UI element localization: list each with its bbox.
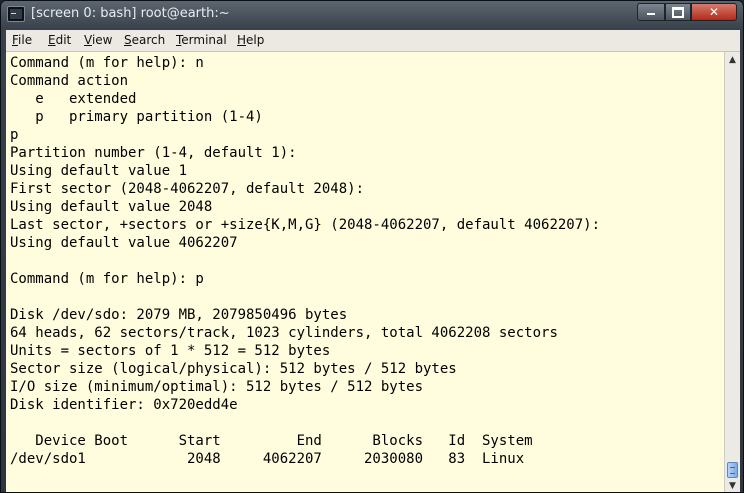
terminal-lines: Command (m for help): n Command action e… [10,54,600,468]
terminal-line: Units = sectors of 1 * 512 = 512 bytes [10,343,331,359]
terminal-line: Command (m for help): n [10,55,204,71]
terminal-line: Using default value 1 [10,163,188,179]
menu-help[interactable]: Help [237,33,264,47]
menu-label-rest: iew [91,33,113,47]
terminal-line: First sector (2048-4062207, default 2048… [10,181,365,197]
close-button[interactable]: ✕ [691,3,737,21]
partition-table-header: Device Boot Start End Blocks Id System [10,433,533,449]
window-title: [screen 0: bash] root@earth:~ [31,6,230,21]
menu-label-rest: erminal [181,33,227,47]
terminal-line: Last sector, +sectors or +size{K,M,G} (2… [10,217,601,233]
scrollbar-track[interactable] [727,68,738,478]
title-bar[interactable]: [screen 0: bash] root@earth:~ ✕ [1,1,743,29]
menu-mnemonic: H [237,33,247,47]
menu-view[interactable]: View [84,33,112,47]
minimize-button[interactable] [637,3,665,21]
menu-label-rest: elp [246,33,265,47]
terminal-output[interactable]: Command (m for help): n Command action e… [6,52,724,492]
terminal-icon [7,6,25,22]
terminal-window: [screen 0: bash] root@earth:~ ✕ File Edi… [0,0,744,493]
menu-mnemonic: S [124,33,132,47]
terminal-line: Command action [10,73,129,89]
terminal-line: e extended [10,91,137,107]
menu-mnemonic: E [48,33,56,47]
terminal-line: Partition number (1-4, default 1): [10,145,297,161]
menu-search[interactable]: Search [124,33,165,47]
terminal-line: Using default value 2048 [10,199,213,215]
terminal-line: p [10,127,19,143]
menu-terminal[interactable]: Terminal [176,33,227,47]
menu-bar: File Edit View Search Terminal Help [6,30,740,52]
menu-mnemonic: V [84,33,92,47]
maximize-icon [672,7,684,18]
terminal-line: Command (m for help): p [10,271,204,287]
menu-label-rest: earch [131,33,166,47]
minimize-icon [647,13,655,15]
window-client: File Edit View Search Terminal Help Comm… [6,30,740,492]
terminal-line: I/O size (minimum/optimal): 512 bytes / … [10,379,424,395]
maximize-button[interactable] [665,3,691,21]
terminal-line: Sector size (logical/physical): 512 byte… [10,361,457,377]
scroll-down-arrow-icon[interactable]: ▼ [727,480,738,492]
menu-label-rest: ile [18,33,33,47]
menu-label-rest: dit [55,33,72,47]
close-icon: ✕ [708,5,720,19]
vertical-scrollbar[interactable]: ▲ ▼ [724,52,740,492]
terminal-line: p primary partition (1-4) [10,109,263,125]
terminal-line: Using default value 4062207 [10,235,238,251]
partition-table-row: /dev/sdo1 2048 4062207 2030080 83 Linux [10,451,525,467]
menu-edit[interactable]: Edit [48,33,71,47]
menu-file[interactable]: File [12,33,32,47]
terminal-line: 64 heads, 62 sectors/track, 1023 cylinde… [10,325,558,341]
terminal-line: Disk /dev/sdo: 2079 MB, 2079850496 bytes [10,307,348,323]
terminal-line: Disk identifier: 0x720edd4e [10,397,238,413]
scrollbar-thumb[interactable] [727,462,738,478]
scroll-up-arrow-icon[interactable]: ▲ [727,54,738,66]
